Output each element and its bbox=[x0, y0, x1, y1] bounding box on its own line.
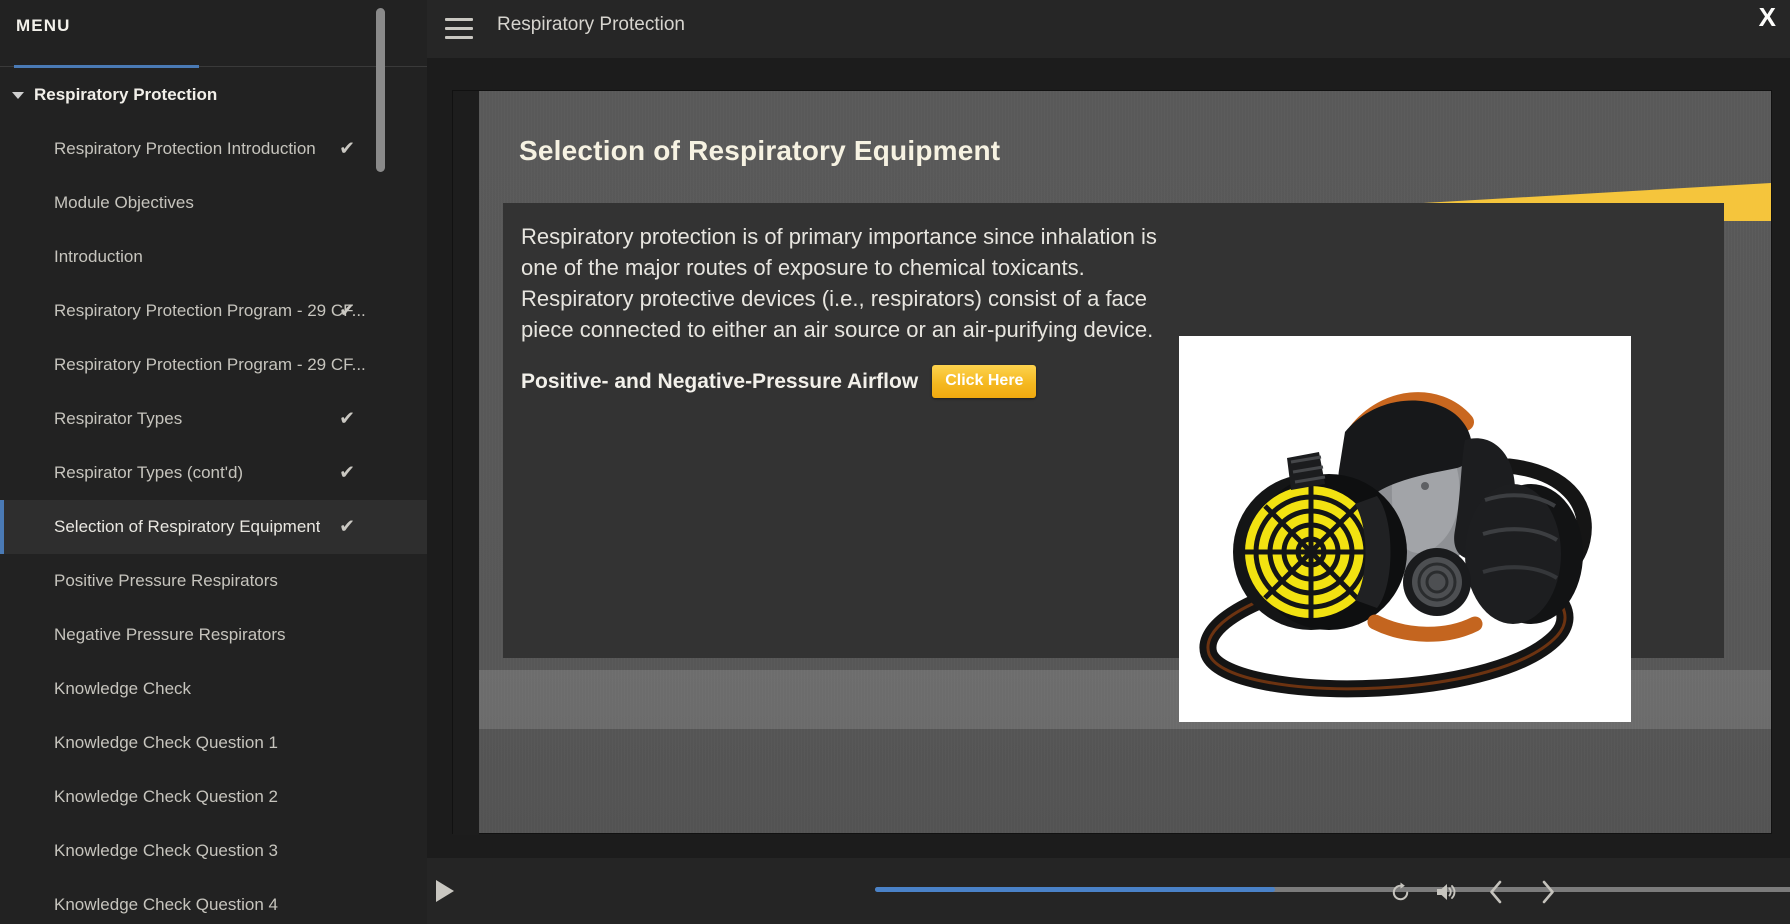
completed-check-icon: ✔ bbox=[339, 518, 355, 537]
sidebar-item[interactable]: Knowledge Check Question 1 bbox=[0, 716, 427, 770]
sidebar: MENU Respiratory Protection Respiratory … bbox=[0, 0, 427, 924]
sidebar-item[interactable]: Respirator Types (cont'd) ✔ bbox=[0, 446, 427, 500]
seek-bar-fill bbox=[875, 887, 1275, 892]
slide-text-column: Respiratory protection is of primary imp… bbox=[503, 203, 1213, 658]
slide-content-panel: Respiratory protection is of primary imp… bbox=[503, 203, 1724, 658]
sidebar-item[interactable]: Introduction bbox=[0, 230, 427, 284]
volume-button[interactable] bbox=[1429, 876, 1463, 908]
sidebar-item[interactable]: Knowledge Check Question 4 bbox=[0, 878, 427, 924]
sidebar-item[interactable]: Respiratory Protection Introduction ✔ bbox=[0, 122, 427, 176]
seek-bar-wrapper bbox=[427, 889, 1790, 895]
click-here-button[interactable]: Click Here bbox=[932, 365, 1036, 398]
completed-check-icon: ✔ bbox=[339, 302, 355, 321]
sidebar-item-label: Positive Pressure Respirators bbox=[54, 571, 278, 591]
sidebar-item[interactable]: Knowledge Check bbox=[0, 662, 427, 716]
sidebar-item-label: Selection of Respiratory Equipment bbox=[54, 517, 320, 537]
sidebar-item-label: Knowledge Check Question 2 bbox=[54, 787, 278, 807]
volume-icon bbox=[1434, 881, 1458, 903]
sidebar-group-respiratory-protection[interactable]: Respiratory Protection bbox=[0, 68, 427, 122]
sidebar-item[interactable]: Respiratory Protection Program - 29 CF..… bbox=[0, 284, 427, 338]
sidebar-item-label: Respiratory Protection Program - 29 CF..… bbox=[54, 355, 366, 375]
slide-body-text: Respiratory protection is of primary imp… bbox=[521, 221, 1193, 345]
respirator-image bbox=[1179, 336, 1631, 722]
sidebar-item-label: Respirator Types bbox=[54, 409, 182, 429]
next-button[interactable] bbox=[1531, 876, 1565, 908]
sidebar-item[interactable]: Knowledge Check Question 2 bbox=[0, 770, 427, 824]
replay-button[interactable] bbox=[1383, 876, 1417, 908]
menu-label: MENU bbox=[16, 16, 70, 36]
completed-check-icon: ✔ bbox=[339, 410, 355, 429]
sidebar-item-label: Knowledge Check bbox=[54, 679, 191, 699]
hamburger-bar bbox=[445, 18, 473, 21]
seek-bar[interactable] bbox=[875, 887, 1790, 892]
sidebar-item-label: Introduction bbox=[54, 247, 143, 267]
sidebar-item[interactable]: Positive Pressure Respirators bbox=[0, 554, 427, 608]
sidebar-item-label: Knowledge Check Question 3 bbox=[54, 841, 278, 861]
course-player-window: MENU Respiratory Protection Respiratory … bbox=[0, 0, 1790, 924]
sidebar-item[interactable]: Negative Pressure Respirators bbox=[0, 608, 427, 662]
sidebar-item[interactable]: Respirator Types ✔ bbox=[0, 392, 427, 446]
completed-check-icon: ✔ bbox=[339, 140, 355, 159]
stage-left-bar bbox=[453, 91, 479, 835]
sidebar-nav-list: Respiratory Protection Respiratory Prote… bbox=[0, 68, 427, 924]
slide-stage: Selection of Respiratory Equipment Respi… bbox=[452, 90, 1772, 834]
chevron-left-icon bbox=[1486, 878, 1506, 906]
sidebar-group-label: Respiratory Protection bbox=[34, 85, 217, 105]
sidebar-item-label: Knowledge Check Question 1 bbox=[54, 733, 278, 753]
top-bar: Respiratory Protection bbox=[427, 0, 1790, 58]
sidebar-item[interactable]: Knowledge Check Question 3 bbox=[0, 824, 427, 878]
sidebar-item-label: Respiratory Protection Program - 29 CF..… bbox=[54, 301, 366, 321]
replay-icon bbox=[1389, 881, 1412, 904]
hamburger-bar bbox=[445, 27, 473, 30]
hamburger-bar bbox=[445, 36, 473, 39]
sidebar-item-label: Respirator Types (cont'd) bbox=[54, 463, 243, 483]
sidebar-item[interactable]: Module Objectives bbox=[0, 176, 427, 230]
previous-button[interactable] bbox=[1479, 876, 1513, 908]
chevron-right-icon bbox=[1538, 878, 1558, 906]
sidebar-item-label: Negative Pressure Respirators bbox=[54, 625, 285, 645]
slide-cta-row: Positive- and Negative-Pressure Airflow … bbox=[521, 365, 1193, 398]
sidebar-header: MENU bbox=[0, 0, 427, 67]
close-icon[interactable]: X bbox=[1759, 4, 1776, 30]
slide-heading: Selection of Respiratory Equipment bbox=[519, 135, 1000, 167]
page-title: Respiratory Protection bbox=[497, 14, 685, 36]
hamburger-menu-icon[interactable] bbox=[445, 18, 473, 39]
sidebar-item[interactable]: Selection of Respiratory Equipment ✔ bbox=[0, 500, 427, 554]
sidebar-item-label: Knowledge Check Question 4 bbox=[54, 895, 278, 915]
sidebar-item-label: Module Objectives bbox=[54, 193, 194, 213]
completed-check-icon: ✔ bbox=[339, 464, 355, 483]
sidebar-item-label: Respiratory Protection Introduction bbox=[54, 139, 316, 159]
sidebar-item[interactable]: Respiratory Protection Program - 29 CF..… bbox=[0, 338, 427, 392]
sidebar-scrollbar-thumb[interactable] bbox=[376, 8, 385, 172]
caret-down-icon[interactable] bbox=[12, 92, 24, 99]
respirator-illustration bbox=[1179, 336, 1631, 722]
slide-cta-label: Positive- and Negative-Pressure Airflow bbox=[521, 370, 918, 394]
player-controls-bar bbox=[427, 858, 1790, 924]
